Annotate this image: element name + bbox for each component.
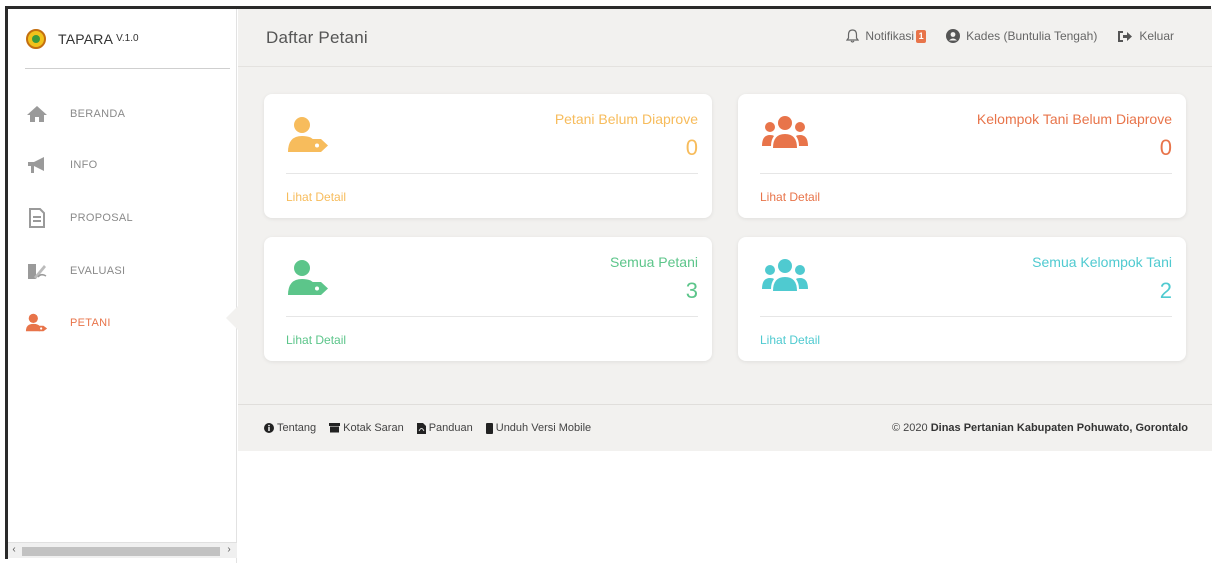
sidebar-item-label: EVALUASI <box>70 265 126 277</box>
card-title: Kelompok Tani Belum Diaprove <box>976 111 1172 127</box>
card-kelompok-belum-diaprove: Kelompok Tani Belum Diaprove 0 Lihat Det… <box>738 94 1186 218</box>
sidebar-item-label: BERANDA <box>70 108 126 120</box>
main-area: Daftar Petani Notifikasi 1 Kades (Buntul… <box>238 9 1212 563</box>
megaphone-icon <box>25 154 49 176</box>
signature-icon <box>25 260 49 282</box>
bell-icon <box>846 29 860 43</box>
scrollbar-thumb[interactable] <box>22 547 220 556</box>
card-semua-petani: Semua Petani 3 Lihat Detail <box>264 237 712 361</box>
brand-version: V.1.0 <box>116 33 139 44</box>
info-circle-icon <box>264 423 274 433</box>
footer-link-label: Unduh Versi Mobile <box>495 422 592 434</box>
card-divider <box>760 173 1172 174</box>
card-petani-belum-diaprove: Petani Belum Diaprove 0 Lihat Detail <box>264 94 712 218</box>
sidebar-item-info[interactable]: INFO <box>25 150 235 180</box>
notification-badge: 1 <box>916 29 927 43</box>
card-semua-kelompok-tani: Semua Kelompok Tani 2 Lihat Detail <box>738 237 1186 361</box>
footer-link-unduh-mobile[interactable]: Unduh Versi Mobile <box>485 422 592 434</box>
sidebar-item-beranda[interactable]: BERANDA <box>25 99 235 129</box>
user-tag-icon <box>288 116 330 159</box>
footer: Tentang Kotak Saran Panduan Unduh Versi … <box>238 404 1212 451</box>
user-tag-icon <box>25 312 49 334</box>
card-divider <box>286 173 698 174</box>
card-divider <box>760 316 1172 317</box>
dashboard-content: Petani Belum Diaprove 0 Lihat Detail Kel… <box>238 67 1212 404</box>
copyright-prefix: © 2020 <box>891 422 928 434</box>
sidebar-item-proposal[interactable]: PROPOSAL <box>25 203 235 233</box>
footer-links: Tentang Kotak Saran Panduan Unduh Versi … <box>264 422 604 434</box>
page-title: Daftar Petani <box>266 28 368 47</box>
user-circle-icon <box>946 29 961 43</box>
sidebar-item-label: INFO <box>70 159 98 171</box>
scroll-right-icon[interactable]: › <box>223 544 235 555</box>
inbox-icon <box>329 423 341 433</box>
card-title: Semua Petani <box>610 254 698 270</box>
pdf-icon <box>416 422 426 434</box>
footer-link-kotak-saran[interactable]: Kotak Saran <box>329 422 404 434</box>
mobile-icon <box>485 422 493 434</box>
document-icon <box>25 207 49 229</box>
card-title: Semua Kelompok Tani <box>1032 254 1172 270</box>
copyright-org: Dinas Pertanian Kabupaten Pohuwato, Goro… <box>930 422 1188 434</box>
card-detail-link[interactable]: Lihat Detail <box>286 333 346 347</box>
card-value: 3 <box>685 278 698 303</box>
card-value: 0 <box>685 135 698 160</box>
sidebar-item-label: PROPOSAL <box>70 212 133 224</box>
card-detail-link[interactable]: Lihat Detail <box>760 190 820 204</box>
home-icon <box>25 103 49 125</box>
horizontal-scrollbar[interactable]: ‹ › <box>8 542 237 558</box>
notification-button[interactable]: Notifikasi 1 <box>846 29 927 43</box>
user-menu[interactable]: Kades (Buntulia Tengah) <box>946 29 1097 43</box>
brand[interactable]: TAPARA V.1.0 <box>25 9 230 69</box>
brand-logo-icon <box>26 28 46 49</box>
notification-label: Notifikasi <box>865 29 915 43</box>
footer-link-label: Kotak Saran <box>343 422 404 434</box>
sidebar-item-petani[interactable]: PETANI <box>25 308 235 338</box>
copyright: © 2020 Dinas Pertanian Kabupaten Pohuwat… <box>892 422 1188 434</box>
footer-link-tentang[interactable]: Tentang <box>264 422 316 434</box>
top-actions: Notifikasi 1 Kades (Buntulia Tengah) Kel… <box>826 29 1174 43</box>
user-tag-icon <box>288 259 330 302</box>
brand-name: TAPARA <box>58 30 114 47</box>
user-label: Kades (Buntulia Tengah) <box>966 29 1098 43</box>
sidebar: TAPARA V.1.0 BERANDA INFO PROPOSAL EVALU… <box>8 9 237 563</box>
active-indicator <box>226 306 238 330</box>
card-detail-link[interactable]: Lihat Detail <box>286 190 346 204</box>
card-value: 2 <box>1159 278 1172 303</box>
card-divider <box>286 316 698 317</box>
sidebar-item-evaluasi[interactable]: EVALUASI <box>25 256 235 286</box>
sidebar-item-label: PETANI <box>70 317 111 329</box>
users-group-icon <box>762 259 808 300</box>
users-group-icon <box>762 116 808 157</box>
footer-link-panduan[interactable]: Panduan <box>416 422 473 434</box>
footer-link-label: Tentang <box>277 422 317 434</box>
scroll-left-icon[interactable]: ‹ <box>8 544 20 555</box>
card-detail-link[interactable]: Lihat Detail <box>760 333 820 347</box>
top-bar: Daftar Petani Notifikasi 1 Kades (Buntul… <box>238 9 1212 67</box>
sign-out-icon <box>1118 30 1133 42</box>
footer-link-label: Panduan <box>428 422 473 434</box>
card-value: 0 <box>1159 135 1172 160</box>
logout-button[interactable]: Keluar <box>1117 29 1174 43</box>
logout-label: Keluar <box>1139 29 1174 43</box>
card-title: Petani Belum Diaprove <box>554 111 698 127</box>
